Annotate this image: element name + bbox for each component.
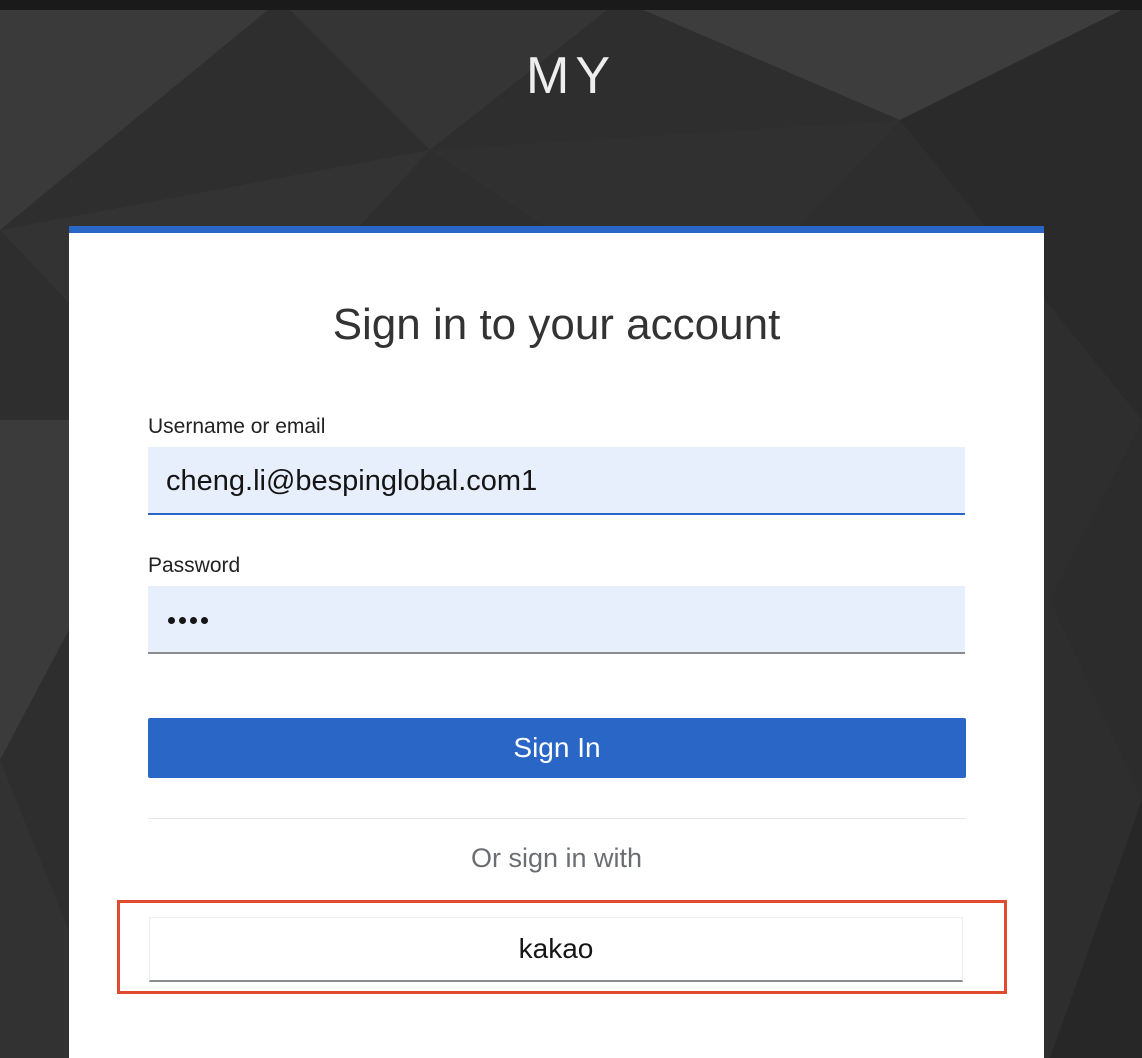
sign-in-button[interactable]: Sign In [148, 718, 966, 778]
password-label: Password [148, 554, 241, 577]
login-card: Sign in to your account Username or emai… [69, 226, 1044, 1058]
username-value: cheng.li@bespinglobal.com1 [166, 465, 538, 497]
kakao-login-button[interactable]: kakao [149, 917, 963, 982]
password-mask [168, 617, 208, 624]
page-title: Sign in to your account [332, 300, 781, 349]
username-label: Username or email [148, 415, 326, 438]
divider [148, 818, 966, 819]
realm-title: MY [526, 47, 616, 105]
username-field[interactable]: cheng.li@bespinglobal.com1 [148, 447, 965, 515]
social-divider-text: Or sign in with [470, 843, 643, 873]
password-field[interactable] [148, 586, 965, 654]
